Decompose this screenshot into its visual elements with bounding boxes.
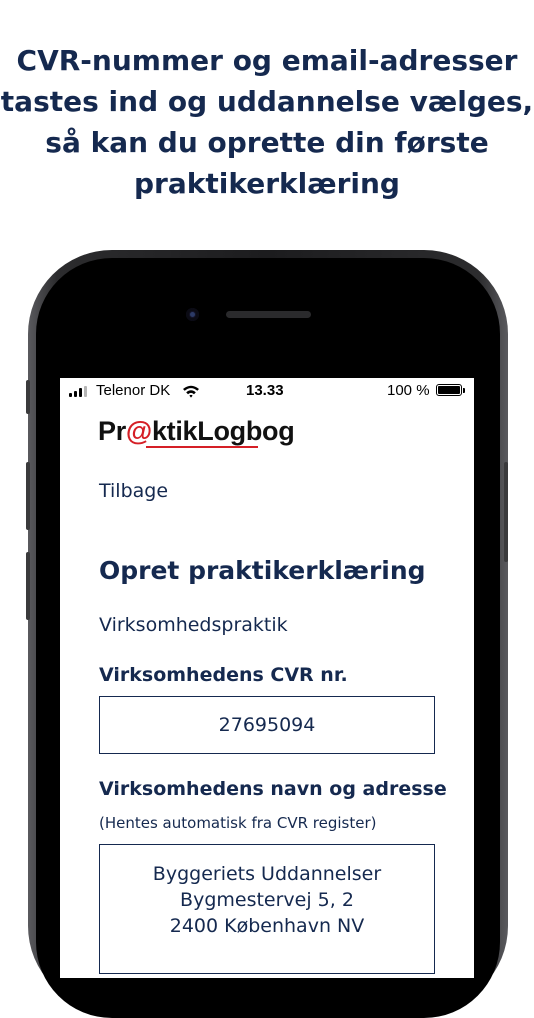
phone-volume-up <box>26 462 30 530</box>
battery-cap <box>463 388 465 393</box>
company-address-line: Byggeriets Uddannelser <box>152 863 382 885</box>
app-logo: Pr@ktikLogbog <box>98 416 295 448</box>
signal-icon <box>69 386 89 397</box>
company-hint: (Hentes automatisk fra CVR register) <box>99 814 377 832</box>
camera-icon <box>186 308 199 321</box>
headline-line: tastes ind og uddannelse vælges, <box>0 85 534 118</box>
battery-icon <box>436 384 462 396</box>
company-name-label: Virksomhedens navn og adresse <box>99 778 447 800</box>
logo-text-start: Pr <box>98 416 126 446</box>
back-link[interactable]: Tilbage <box>99 480 168 502</box>
status-time: 13.33 <box>246 382 284 399</box>
headline-line: praktikerklæring <box>134 167 400 200</box>
headline-line: så kan du oprette din første <box>45 126 489 159</box>
status-bar: Telenor DK 13.33 100 % <box>60 378 474 404</box>
phone-screen: Telenor DK 13.33 100 % Pr@ktikLogbog Til… <box>60 378 474 978</box>
company-address-line: 2400 København NV <box>169 915 365 937</box>
logo-at-sign: @ <box>125 416 152 446</box>
logo-text-end: ktikLogbog <box>151 416 295 446</box>
headline-line: CVR-nummer og email-adresser <box>16 44 518 77</box>
company-address-field: Byggeriets Uddannelser Bygmestervej 5, 2… <box>99 844 435 974</box>
promo-headline: CVR-nummer og email-adresser tastes ind … <box>0 40 534 204</box>
company-address-line: Bygmestervej 5, 2 <box>180 889 354 911</box>
cvr-label: Virksomhedens CVR nr. <box>99 664 348 686</box>
carrier-name: Telenor DK <box>96 382 171 399</box>
phone-power-button <box>504 462 508 562</box>
practice-type: Virksomhedspraktik <box>99 614 288 636</box>
battery-fill <box>438 386 460 394</box>
phone-volume-down <box>26 552 30 620</box>
battery-percentage: 100 % <box>387 382 430 399</box>
wifi-icon <box>183 385 199 398</box>
phone-silent-switch <box>26 380 30 414</box>
cvr-input[interactable] <box>99 696 435 754</box>
page-title: Opret praktikerklæring <box>99 556 426 585</box>
speaker-grille <box>226 311 311 318</box>
logo-underline <box>146 446 258 448</box>
